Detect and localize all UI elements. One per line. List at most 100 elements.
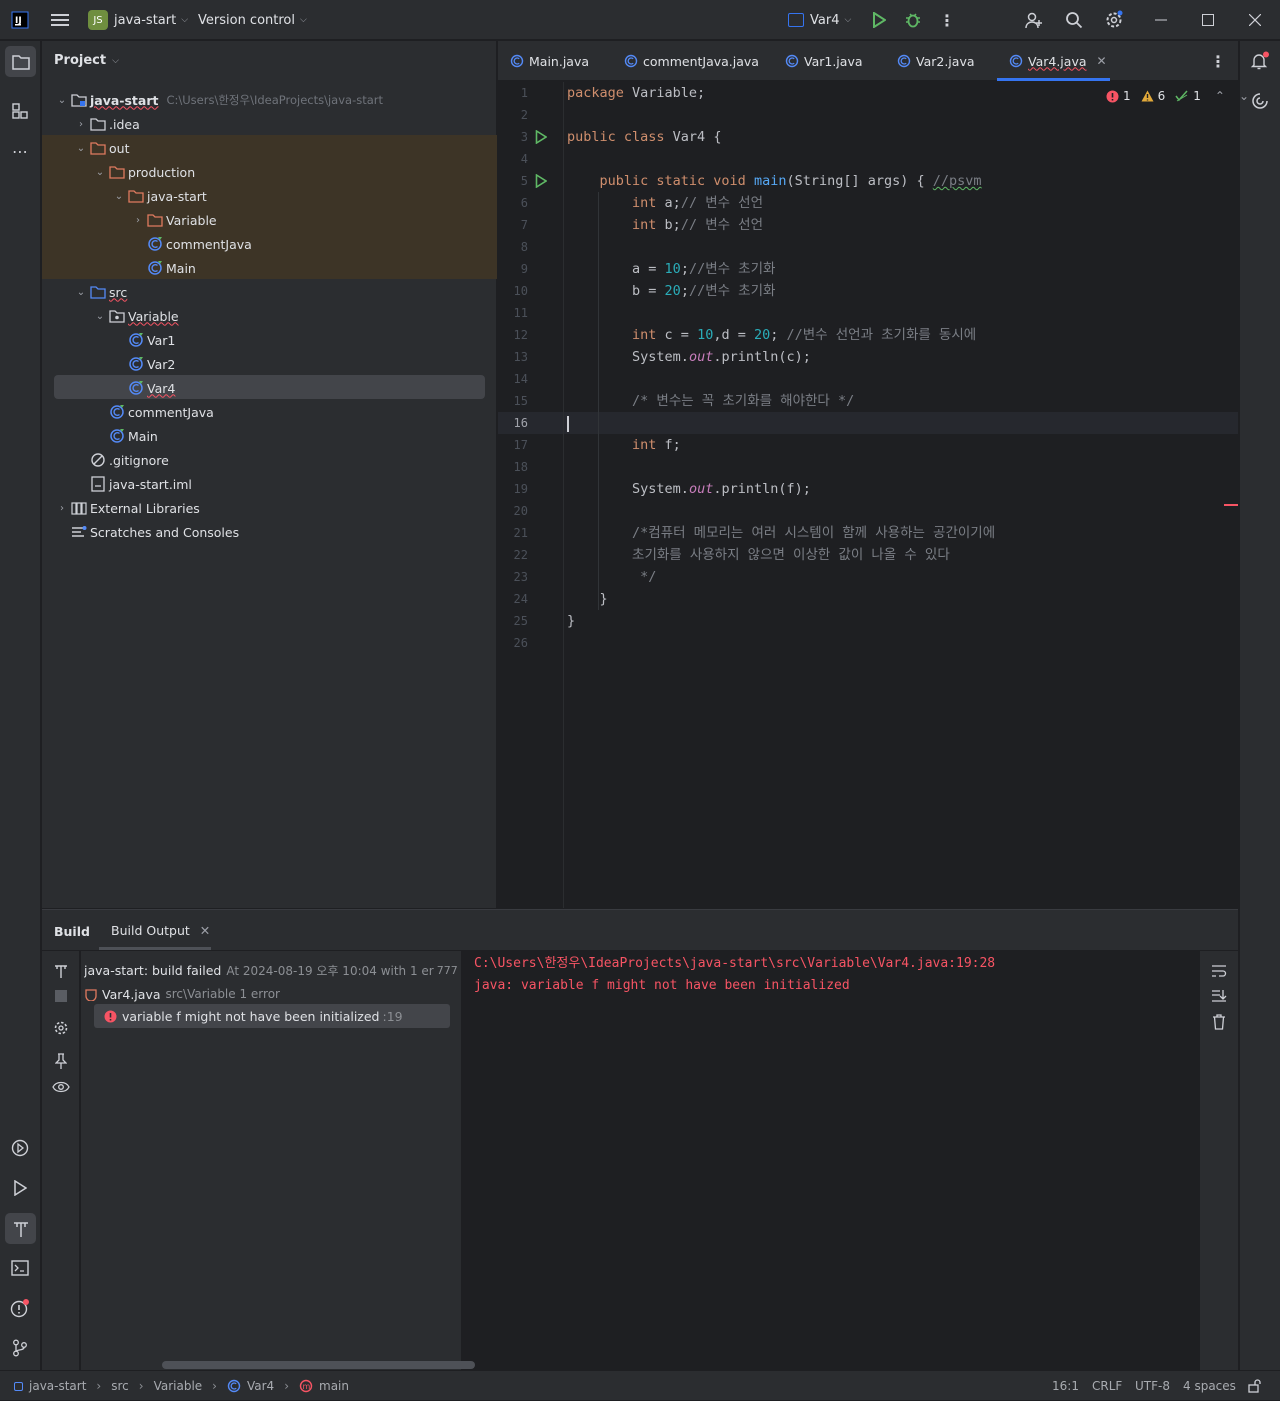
project-panel-header[interactable]: Project ⌵	[54, 53, 119, 68]
build-tool-icon[interactable]	[5, 1213, 36, 1244]
build-error-row[interactable]: variable f might not have been initializ…	[94, 1004, 450, 1028]
tree-item-gitignore[interactable]: .gitignore	[89, 448, 169, 472]
file-encoding[interactable]: UTF-8	[1135, 1371, 1170, 1401]
settings-icon[interactable]	[51, 1018, 71, 1038]
tree-item-variable-out[interactable]: › Variable	[130, 208, 217, 232]
code-line[interactable]: int a;// 변수 선언	[567, 192, 763, 214]
breadcrumb-item[interactable]: Var4	[247, 1379, 274, 1393]
code-line[interactable]: /* 변수는 꼭 초기화를 해야한다 */	[567, 390, 854, 412]
code-line[interactable]: System.out.println(f);	[567, 478, 811, 500]
code-line[interactable]: */	[567, 566, 656, 588]
code-line[interactable]: int f;	[567, 434, 681, 456]
run-gutter-icon[interactable]	[534, 173, 548, 189]
tree-item-java-start-out[interactable]: ⌄ java-start	[111, 184, 207, 208]
code-line[interactable]: public class Var4 {	[567, 126, 721, 148]
tree-item-variable-package[interactable]: ⌄ Variable	[92, 304, 179, 328]
build-summary-row[interactable]: java-start: build failed At 2024-08-19 오…	[84, 961, 459, 979]
run-gutter-icon[interactable]	[534, 129, 548, 145]
tab-var1-java[interactable]: Var1.java	[785, 41, 863, 81]
maximize-icon[interactable]	[1198, 10, 1218, 30]
code-line[interactable]: System.out.println(c);	[567, 346, 811, 368]
close-icon[interactable]	[1245, 10, 1265, 30]
tab-var2-java[interactable]: Var2.java	[897, 41, 975, 81]
tree-item-var4[interactable]: Var4	[127, 376, 175, 400]
tree-item-main-out[interactable]: Main	[146, 256, 196, 280]
ai-assistant-icon[interactable]	[1250, 91, 1270, 111]
run-config-selector[interactable]: Var4 ⌵	[788, 0, 851, 40]
vcs-menu[interactable]: Version control ⌵	[198, 0, 307, 40]
indent-setting[interactable]: 4 spaces	[1183, 1371, 1236, 1401]
trash-icon[interactable]	[1209, 1012, 1229, 1032]
run-icon[interactable]	[869, 10, 889, 30]
code-line[interactable]: package Variable;	[567, 82, 705, 104]
inspections-widget[interactable]: 1 6 1 ⌃ ⌄	[1106, 87, 1249, 105]
chevron-down-icon[interactable]: ⌄	[1239, 89, 1249, 103]
close-tab-icon[interactable]: ✕	[1097, 54, 1107, 68]
services-tool-icon[interactable]	[10, 1138, 30, 1158]
tree-item-main[interactable]: Main	[108, 424, 158, 448]
close-tab-icon[interactable]: ✕	[200, 923, 210, 938]
tree-item-src[interactable]: ⌄ src	[73, 280, 127, 304]
tree-root[interactable]: ⌄ java-start C:\Users\한정우\IdeaProjects\j…	[54, 88, 383, 112]
code-line[interactable]: a = 10;//변수 초기화	[567, 258, 775, 280]
build-console[interactable]: C:\Users\한정우\IdeaProjects\java-start\src…	[474, 951, 1194, 1371]
code-line[interactable]: b = 20;//변수 초기화	[567, 280, 775, 302]
tree-item-idea[interactable]: › .idea	[73, 112, 140, 136]
tree-item-iml[interactable]: java-start.iml	[89, 472, 192, 496]
breadcrumb-item[interactable]: src	[111, 1379, 129, 1393]
code-line[interactable]: /*컴퓨터 메모리는 여러 시스템이 함께 사용하는 공간이기에	[567, 522, 995, 544]
more-tools-icon[interactable]: ⋯	[10, 141, 30, 161]
main-menu-icon[interactable]	[50, 10, 70, 30]
problems-tool-icon[interactable]	[10, 1298, 30, 1318]
tree-item-var1[interactable]: Var1	[127, 328, 175, 352]
chevron-up-icon[interactable]: ⌃	[1215, 89, 1225, 103]
tab-build-output[interactable]: Build Output ✕	[99, 910, 222, 950]
code-line[interactable]: int c = 10,d = 20; //변수 선언과 초기화를 동시에	[567, 324, 976, 346]
build-icon[interactable]	[51, 961, 71, 981]
tree-item-out[interactable]: ⌄ out	[73, 136, 130, 160]
structure-tool-icon[interactable]	[10, 101, 30, 121]
tab-commentjava-java[interactable]: commentJava.java	[624, 41, 759, 81]
run-tool-icon[interactable]	[10, 1178, 30, 1198]
code-line[interactable]: }	[567, 610, 575, 632]
code-line[interactable]: 초기화를 사용하지 않으면 이상한 값이 나올 수 있다	[567, 544, 950, 566]
lock-icon[interactable]	[1245, 1376, 1265, 1396]
search-icon[interactable]	[1064, 10, 1084, 30]
soft-wrap-icon[interactable]	[1209, 961, 1229, 981]
tree-item-commentjava-out[interactable]: commentJava	[146, 232, 252, 256]
tab-actions-icon[interactable]: ⋮	[1208, 51, 1228, 71]
project-tool-icon[interactable]	[5, 46, 36, 77]
tree-item-external-libraries[interactable]: › External Libraries	[54, 496, 200, 520]
terminal-tool-icon[interactable]	[10, 1258, 30, 1278]
code-line[interactable]: public static void main(String[] args) {…	[567, 170, 982, 192]
pin-icon[interactable]	[51, 1051, 71, 1071]
tree-item-commentjava[interactable]: commentJava	[108, 400, 214, 424]
project-switcher[interactable]: JS java-start ⌵	[88, 0, 188, 40]
code-line[interactable]: int b;// 변수 선언	[567, 214, 763, 236]
tab-var4-java[interactable]: Var4.java ✕	[997, 41, 1110, 81]
notifications-icon[interactable]	[1250, 51, 1270, 71]
breadcrumb-item[interactable]: Variable	[154, 1379, 203, 1393]
tree-item-var2[interactable]: Var2	[127, 352, 175, 376]
code-line[interactable]: }	[567, 588, 608, 610]
scroll-to-end-icon[interactable]	[1209, 986, 1229, 1006]
chevron-right-icon: ›	[136, 214, 140, 226]
caret-position[interactable]: 16:1	[1052, 1371, 1079, 1401]
debug-icon[interactable]	[903, 10, 923, 30]
library-icon	[70, 500, 88, 516]
tree-item-production[interactable]: ⌄ production	[92, 160, 195, 184]
tab-main-java[interactable]: Main.java	[510, 41, 589, 81]
eye-icon[interactable]	[51, 1077, 71, 1097]
stop-icon[interactable]	[51, 986, 71, 1006]
horizontal-scrollbar[interactable]	[162, 1361, 475, 1369]
minimize-icon[interactable]	[1151, 10, 1171, 30]
settings-icon[interactable]	[1104, 10, 1124, 30]
tree-item-scratches[interactable]: Scratches and Consoles	[70, 520, 239, 544]
breadcrumb-item[interactable]: main	[319, 1379, 349, 1393]
git-tool-icon[interactable]	[10, 1338, 30, 1358]
line-separator[interactable]: CRLF	[1092, 1371, 1122, 1401]
add-user-icon[interactable]	[1024, 10, 1044, 30]
build-file-row[interactable]: Var4.java src\Variable 1 error	[84, 985, 280, 1003]
more-actions-icon[interactable]: ⋮	[937, 10, 957, 30]
breadcrumb-item[interactable]: java-start	[29, 1379, 86, 1393]
